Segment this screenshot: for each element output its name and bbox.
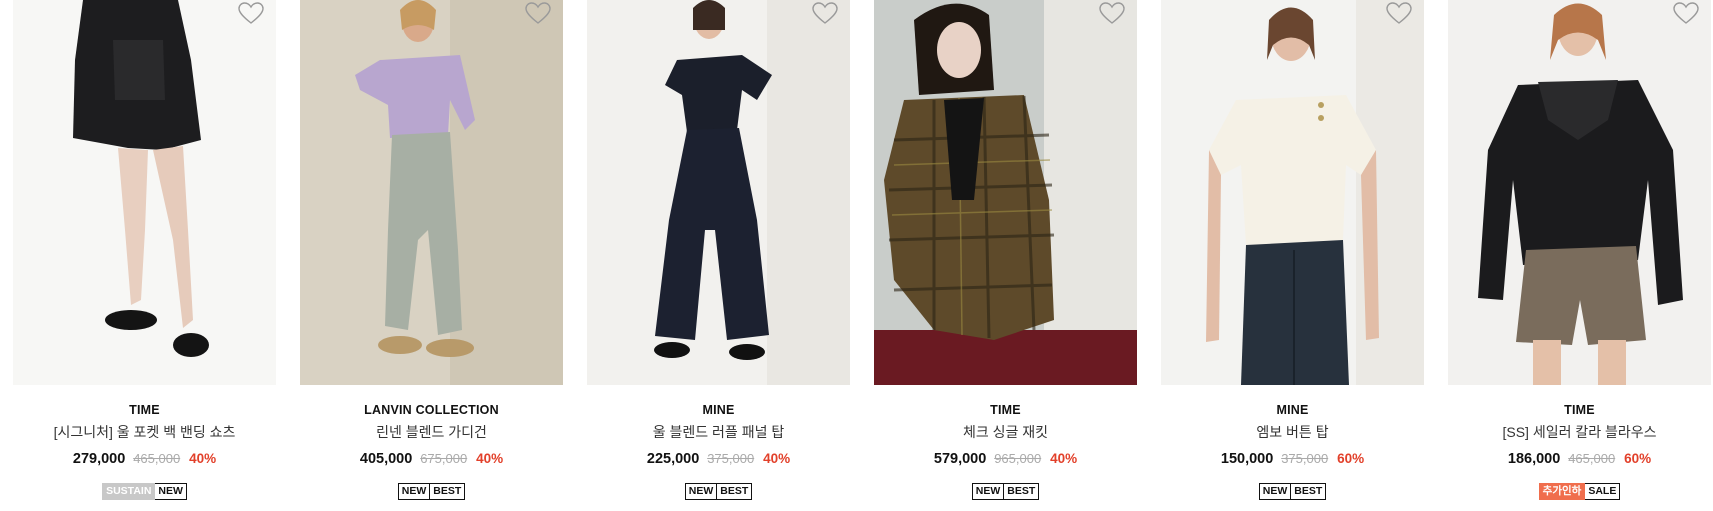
original-price: 375,000 (707, 451, 755, 466)
discount-rate: 40% (476, 451, 504, 466)
heart-outline-icon[interactable] (812, 2, 838, 26)
product-brand[interactable]: TIME (13, 402, 276, 418)
badge-group: 추가인하 SALE (1448, 483, 1711, 500)
badge-best: BEST (1004, 483, 1040, 500)
product-info: LANVIN COLLECTION 린넨 블렌드 가디건 405,000 675… (300, 402, 563, 500)
sale-price: 405,000 (359, 451, 413, 467)
original-price: 675,000 (420, 451, 468, 466)
badge-group: NEW BEST (300, 483, 563, 500)
badge-group: SUSTAIN NEW (13, 483, 276, 500)
discount-rate: 40% (189, 451, 217, 466)
product-photo-emboss-top (1161, 0, 1424, 385)
badge-new: NEW (397, 483, 431, 500)
product-card[interactable]: MINE 엠보 버튼 탑 150,000 375,000 60% NEW BES… (1161, 0, 1424, 511)
product-card[interactable]: TIME 체크 싱글 재킷 579,000 965,000 40% NEW BE… (874, 0, 1137, 511)
product-grid: TIME [시그니처] 울 포켓 백 밴딩 쇼츠 279,000 465,000… (0, 0, 1713, 511)
original-price: 375,000 (1281, 451, 1329, 466)
product-card[interactable]: TIME [시그니처] 울 포켓 백 밴딩 쇼츠 279,000 465,000… (13, 0, 276, 511)
heart-outline-icon[interactable] (1386, 2, 1412, 26)
original-price: 965,000 (994, 451, 1042, 466)
badge-extra-discount: 추가인하 (1538, 483, 1586, 500)
price-row: 186,000 465,000 60% (1448, 449, 1711, 468)
sale-price: 225,000 (646, 451, 700, 467)
badge-best: BEST (717, 483, 753, 500)
heart-outline-icon[interactable] (1099, 2, 1125, 26)
price-row: 150,000 375,000 60% (1161, 449, 1424, 468)
badge-sustain: SUSTAIN (102, 483, 156, 500)
product-image[interactable] (1161, 0, 1424, 385)
product-image[interactable] (300, 0, 563, 385)
discount-rate: 40% (763, 451, 791, 466)
product-info: TIME [시그니처] 울 포켓 백 밴딩 쇼츠 279,000 465,000… (13, 402, 276, 500)
badge-best: BEST (430, 483, 466, 500)
sale-price: 579,000 (933, 451, 987, 467)
original-price: 465,000 (1568, 451, 1616, 466)
product-card[interactable]: TIME [SS] 세일러 칼라 블라우스 186,000 465,000 60… (1448, 0, 1711, 511)
badge-new: NEW (971, 483, 1005, 500)
product-info: TIME 체크 싱글 재킷 579,000 965,000 40% NEW BE… (874, 402, 1137, 500)
product-info: MINE 엠보 버튼 탑 150,000 375,000 60% NEW BES… (1161, 402, 1424, 500)
badge-sale: SALE (1585, 483, 1621, 500)
badge-group: NEW BEST (587, 483, 850, 500)
original-price: 465,000 (133, 451, 181, 466)
product-name[interactable]: 울 블렌드 러플 패널 탑 (587, 423, 850, 441)
product-info: TIME [SS] 세일러 칼라 블라우스 186,000 465,000 60… (1448, 402, 1711, 500)
product-brand[interactable]: TIME (874, 402, 1137, 418)
price-row: 279,000 465,000 40% (13, 449, 276, 468)
badge-new: NEW (1258, 483, 1292, 500)
price-row: 579,000 965,000 40% (874, 449, 1137, 468)
discount-rate: 40% (1050, 451, 1078, 466)
badge-group: NEW BEST (1161, 483, 1424, 500)
product-brand[interactable]: MINE (1161, 402, 1424, 418)
heart-outline-icon[interactable] (1673, 2, 1699, 26)
product-brand[interactable]: TIME (1448, 402, 1711, 418)
sale-price: 150,000 (1220, 451, 1274, 467)
heart-outline-icon[interactable] (238, 2, 264, 26)
product-name[interactable]: 체크 싱글 재킷 (874, 423, 1137, 441)
product-name[interactable]: 엠보 버튼 탑 (1161, 423, 1424, 441)
product-photo-check-jacket (874, 0, 1137, 385)
product-photo-cardigan (300, 0, 563, 385)
discount-rate: 60% (1337, 451, 1365, 466)
product-card[interactable]: MINE 울 블렌드 러플 패널 탑 225,000 375,000 40% N… (587, 0, 850, 511)
product-brand[interactable]: MINE (587, 402, 850, 418)
product-image[interactable] (13, 0, 276, 385)
product-image[interactable] (587, 0, 850, 385)
sale-price: 186,000 (1507, 451, 1561, 467)
product-photo-sailor-blouse (1448, 0, 1711, 385)
badge-new: NEW (155, 483, 187, 500)
product-info: MINE 울 블렌드 러플 패널 탑 225,000 375,000 40% N… (587, 402, 850, 500)
badge-group: NEW BEST (874, 483, 1137, 500)
product-brand[interactable]: LANVIN COLLECTION (300, 402, 563, 418)
product-name[interactable]: [시그니처] 울 포켓 백 밴딩 쇼츠 (13, 423, 276, 441)
product-image[interactable] (1448, 0, 1711, 385)
badge-new: NEW (684, 483, 718, 500)
discount-rate: 60% (1624, 451, 1652, 466)
heart-outline-icon[interactable] (525, 2, 551, 26)
badge-best: BEST (1291, 483, 1327, 500)
sale-price: 279,000 (72, 451, 126, 467)
price-row: 225,000 375,000 40% (587, 449, 850, 468)
product-name[interactable]: [SS] 세일러 칼라 블라우스 (1448, 423, 1711, 441)
product-card[interactable]: LANVIN COLLECTION 린넨 블렌드 가디건 405,000 675… (300, 0, 563, 511)
product-photo-ruffle-top (587, 0, 850, 385)
price-row: 405,000 675,000 40% (300, 449, 563, 468)
product-image[interactable] (874, 0, 1137, 385)
product-photo-shorts (13, 0, 276, 385)
product-name[interactable]: 린넨 블렌드 가디건 (300, 423, 563, 441)
